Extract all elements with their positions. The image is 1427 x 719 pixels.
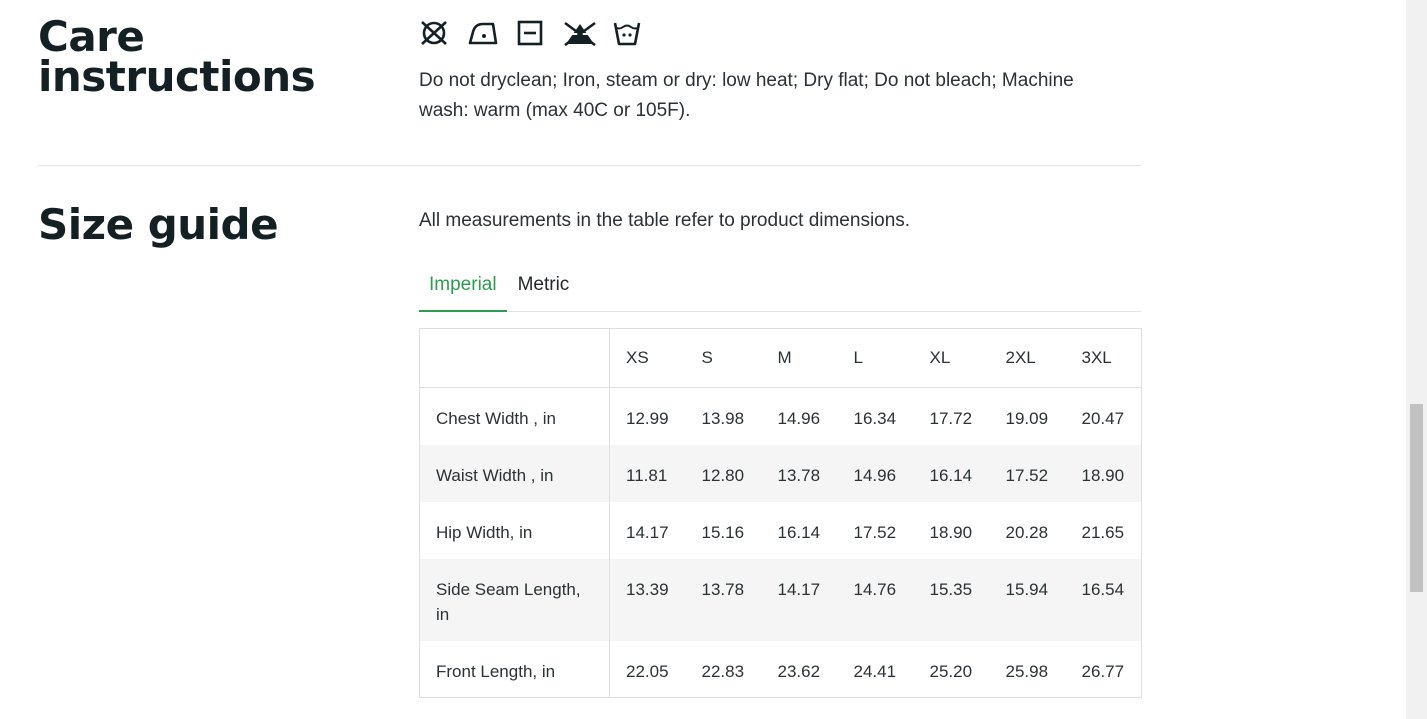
table-cell: 14.96 [837,444,914,502]
size-table-header-row: XS S M L XL 2XL 3XL [419,328,1142,388]
dry-flat-icon [517,20,543,46]
column-header: 3XL [1065,328,1142,388]
row-label: Hip Width, in [419,501,610,559]
table-cell: 16.14 [777,522,821,542]
care-instructions-heading: Care instructions [38,12,316,101]
care-instructions-text: Do not dryclean; Iron, steam or dry: low… [419,70,1074,121]
table-cell: 14.17 [626,522,669,542]
unit-tabs: Imperial Metric [419,268,1141,312]
table-cell: 25.20 [929,661,973,681]
scrollbar-thumb[interactable] [1410,404,1423,592]
table-row: Hip Width, in 14.17 15.16 16.14 17.52 18… [419,501,1142,559]
table-cell: 26.77 [1081,661,1125,681]
table-cell: 22.05 [626,661,669,681]
table-cell: 23.62 [777,661,821,681]
care-icons [419,20,647,46]
table-cell: 17.52 [853,522,897,542]
table-cell: 24.41 [853,661,897,681]
table-cell: 19.09 [1005,409,1049,428]
column-header: L [837,328,914,388]
table-cell: 12.99 [626,409,669,428]
row-label: Waist Width , in [419,444,610,502]
size-table: XS S M L XL 2XL 3XL Chest Width , in 12.… [419,328,1142,698]
column-header: S [685,328,762,388]
table-cell: 11.81 [609,444,686,502]
column-header: XS [609,328,686,388]
table-cell: 14.17 [761,558,838,641]
table-cell: 14.96 [777,409,821,428]
table-row: Front Length, in 22.05 22.83 23.62 24.41… [419,640,1142,698]
table-row: Chest Width , in 12.99 13.98 14.96 16.34… [419,387,1142,445]
column-header: M [761,328,838,388]
table-cell: 22.83 [701,661,745,681]
size-guide-intro: All measurements in the table refer to p… [419,210,911,231]
table-cell: 13.78 [761,444,838,502]
table-cell: 15.94 [989,558,1066,641]
table-corner-cell [419,328,610,388]
table-cell: 21.65 [1081,522,1125,542]
table-row: Waist Width , in 11.81 12.80 13.78 14.96… [419,444,1142,502]
section-divider [38,165,1141,166]
table-cell: 20.28 [1005,522,1049,542]
size-guide-heading: Size guide [38,200,279,249]
table-cell: 14.76 [837,558,914,641]
table-cell: 15.16 [701,522,745,542]
tab-imperial[interactable]: Imperial [419,268,507,312]
iron-low-heat-icon [468,22,498,45]
table-cell: 20.47 [1081,409,1125,428]
tab-metric[interactable]: Metric [507,268,580,307]
row-label: Front Length, in [419,640,610,698]
table-cell: 13.78 [685,558,762,641]
row-label: Side Seam Length, in [419,558,610,641]
table-cell: 17.52 [989,444,1066,502]
table-cell: 16.34 [853,409,897,428]
table-cell: 16.14 [913,444,990,502]
table-cell: 13.39 [609,558,686,641]
do-not-bleach-icon [564,21,596,46]
table-cell: 17.72 [929,409,973,428]
table-cell: 18.90 [929,522,973,542]
row-label: Chest Width , in [419,387,610,445]
table-cell: 15.35 [913,558,990,641]
do-not-dryclean-icon [421,21,447,45]
machine-wash-warm-icon [613,22,641,46]
table-cell: 16.54 [1065,558,1142,641]
page-scrollbar[interactable] [1406,0,1427,719]
table-cell: 12.80 [685,444,762,502]
table-cell: 25.98 [1005,661,1049,681]
column-header: XL [913,328,990,388]
table-cell: 13.98 [701,409,745,428]
column-header: 2XL [989,328,1066,388]
table-row: Side Seam Length, in 13.39 13.78 14.17 1… [419,558,1142,641]
table-cell: 18.90 [1065,444,1142,502]
